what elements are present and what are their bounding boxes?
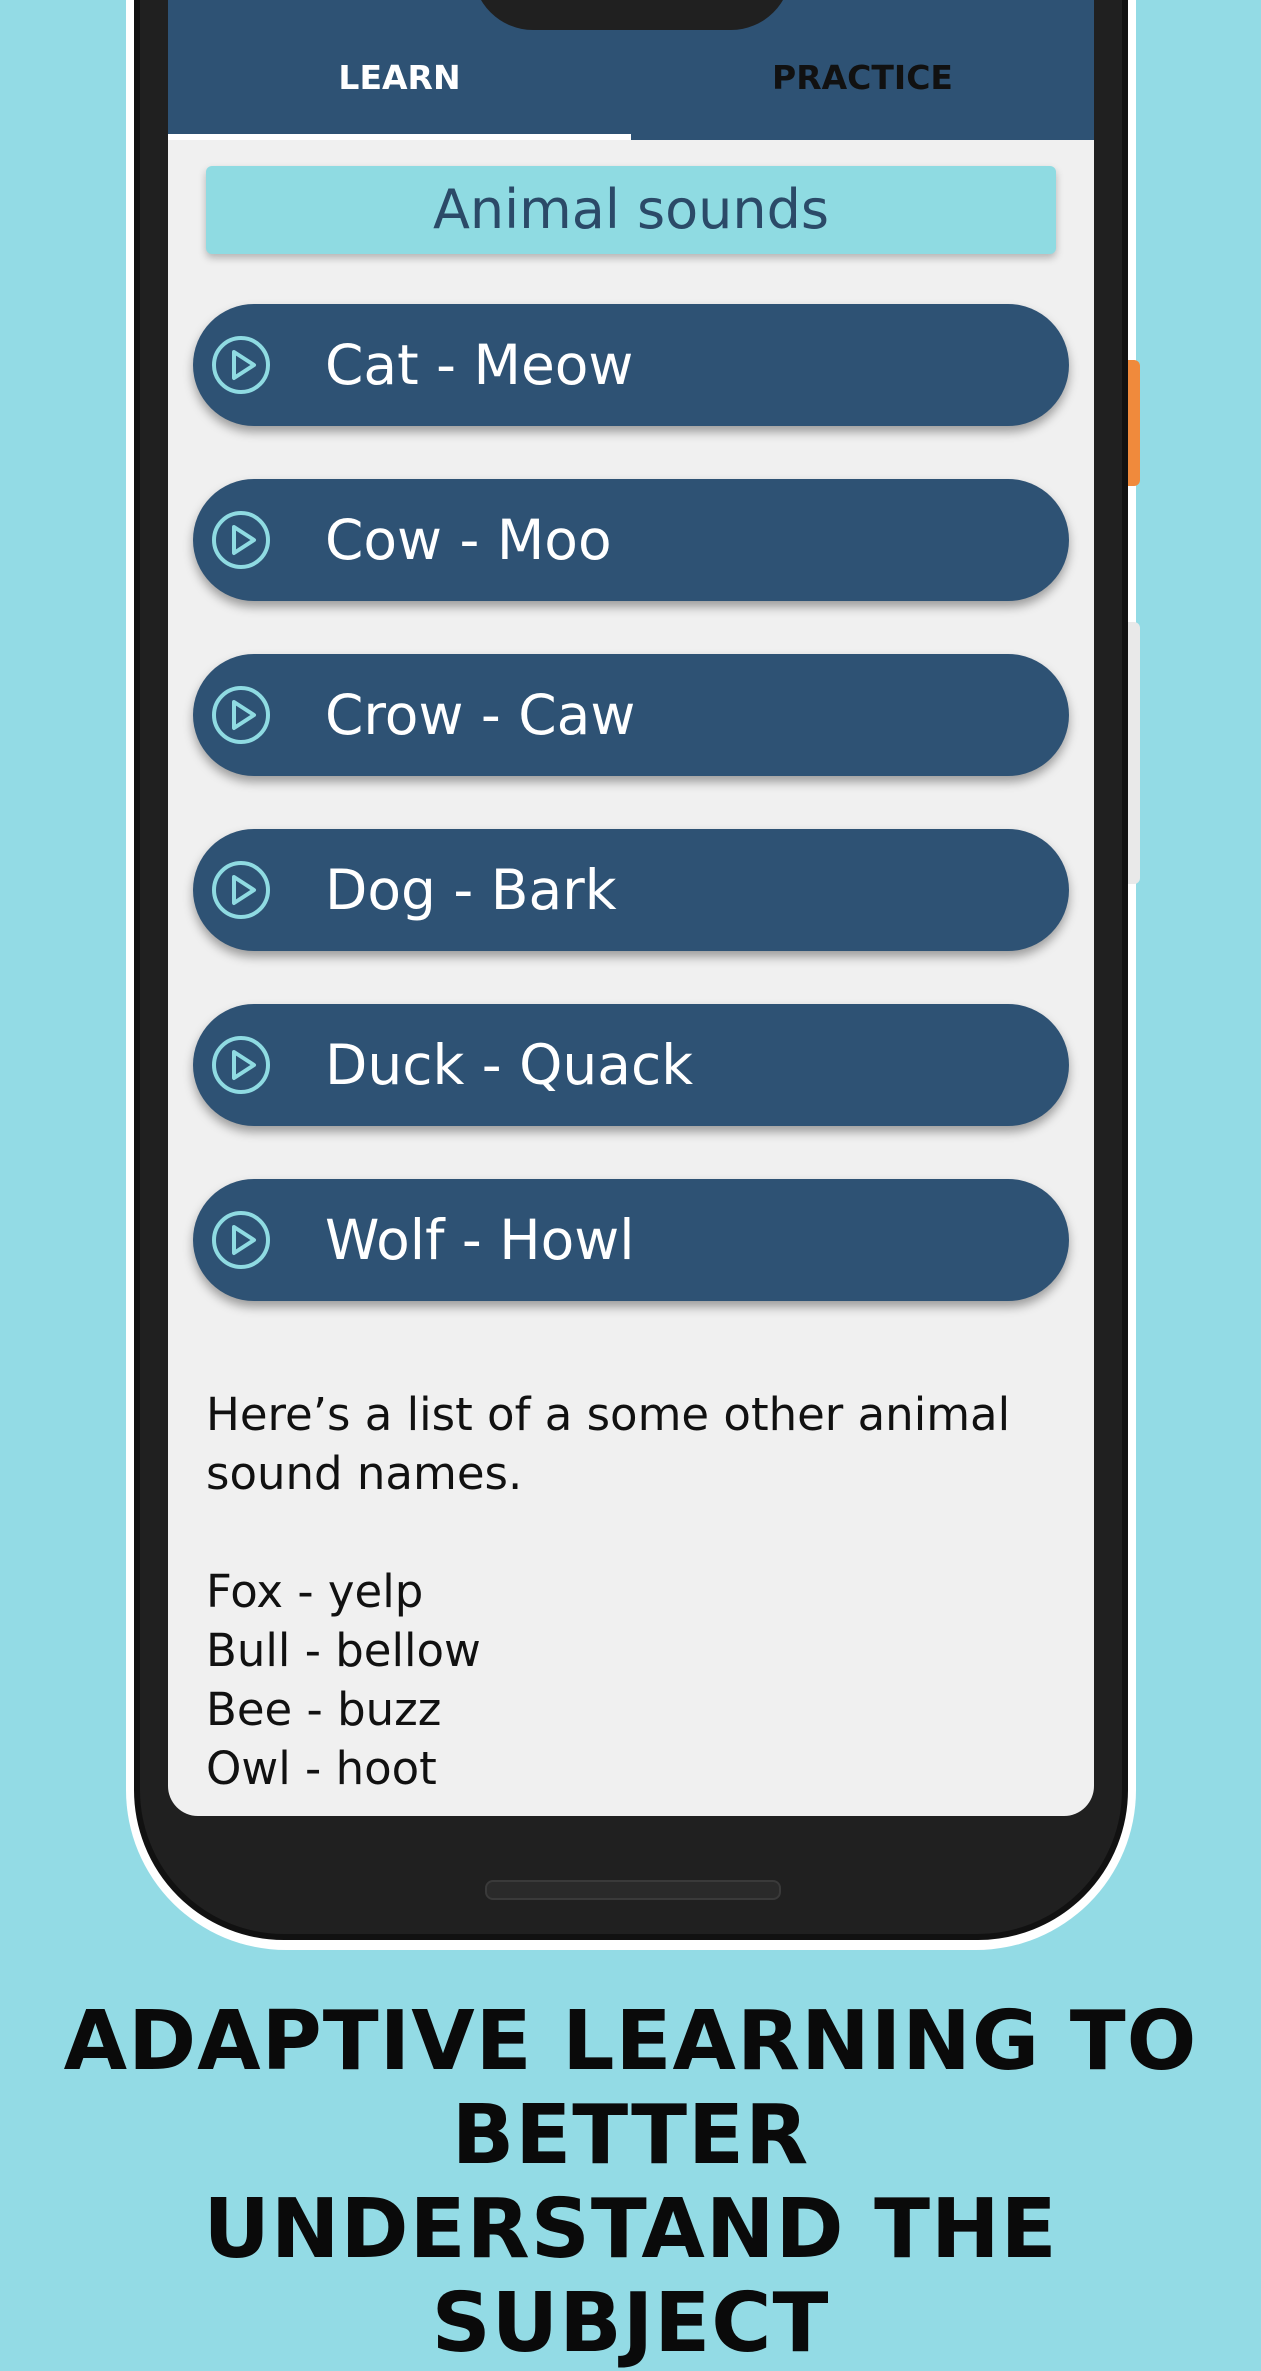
sound-button-label: Duck - Quack (325, 1033, 694, 1097)
home-indicator (485, 1880, 781, 1900)
other-sound-item: Fox - yelp (206, 1565, 424, 1618)
caption-line-1: ADAPTIVE LEARNING TO BETTER (63, 1994, 1198, 2183)
sound-button[interactable]: Cat - Meow (193, 304, 1069, 426)
play-circle-icon (209, 683, 273, 747)
sound-button[interactable]: Dog - Bark (193, 829, 1069, 951)
sound-button[interactable]: Cow - Moo (193, 479, 1069, 601)
sound-button[interactable]: Crow - Caw (193, 654, 1069, 776)
tab-learn[interactable]: LEARN (168, 58, 631, 97)
camera-notch (473, 0, 791, 30)
volume-button (1128, 622, 1140, 884)
power-button (1128, 360, 1140, 486)
caption-line-2: UNDERSTAND THE SUBJECT (203, 2182, 1058, 2371)
play-circle-icon (209, 508, 273, 572)
play-circle-icon (209, 858, 273, 922)
tab-practice[interactable]: PRACTICE (631, 58, 1094, 97)
sound-button-label: Cow - Moo (325, 508, 612, 572)
sound-button-label: Cat - Meow (325, 333, 634, 397)
sound-button-label: Dog - Bark (325, 858, 617, 922)
sound-button-label: Crow - Caw (325, 683, 636, 747)
play-circle-icon (209, 1033, 273, 1097)
play-circle-icon (209, 1208, 273, 1272)
active-tab-indicator (168, 134, 631, 140)
sound-button[interactable]: Wolf - Howl (193, 1179, 1069, 1301)
other-sound-item: Owl - hoot (206, 1742, 437, 1795)
sound-button[interactable]: Duck - Quack (193, 1004, 1069, 1126)
other-sounds-list: Fox - yelp Bull - bellow Bee - buzz Owl … (206, 1562, 1066, 1798)
info-block: Here’s a list of a some other animal sou… (206, 1385, 1066, 1798)
play-circle-icon (209, 333, 273, 397)
other-sound-item: Bull - bellow (206, 1624, 481, 1677)
info-intro: Here’s a list of a some other animal sou… (206, 1388, 1011, 1500)
other-sound-item: Bee - buzz (206, 1683, 442, 1736)
sound-button-label: Wolf - Howl (325, 1208, 635, 1272)
section-title: Animal sounds (206, 166, 1056, 254)
promo-caption: ADAPTIVE LEARNING TO BETTER UNDERSTAND T… (0, 1995, 1261, 2371)
app-screen: LEARN PRACTICE Animal sounds Cat - Meow C… (168, 0, 1094, 1816)
